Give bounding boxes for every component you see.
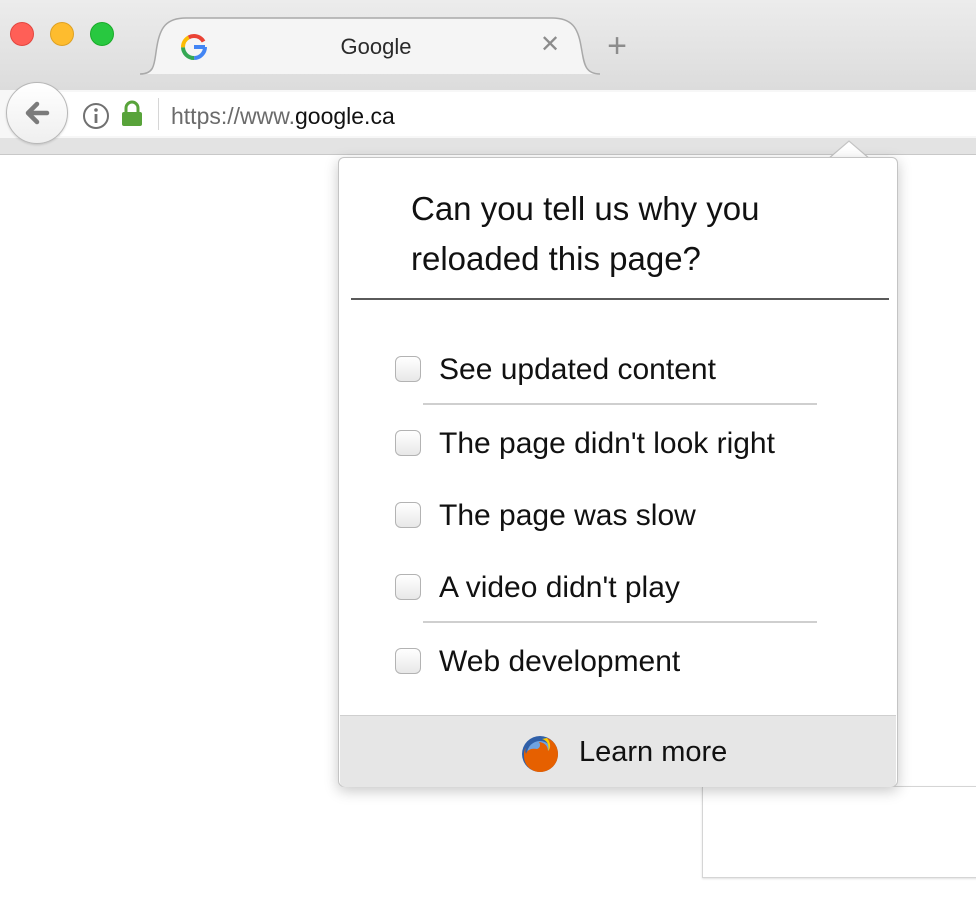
url-domain: google.ca (294, 103, 395, 129)
checkbox[interactable] (395, 574, 421, 600)
reload-feedback-popup: Can you tell us why you reloaded this pa… (338, 157, 898, 787)
back-button[interactable] (6, 82, 68, 144)
firefox-icon (522, 736, 558, 772)
minimize-window-button[interactable] (50, 22, 74, 46)
checkbox[interactable] (395, 502, 421, 528)
option-page-was-slow[interactable]: The page was slow (395, 496, 855, 536)
url-divider (158, 98, 159, 130)
option-video-didnt-play[interactable]: A video didn't play (395, 568, 855, 608)
checkbox[interactable] (395, 430, 421, 456)
learn-more-button[interactable]: Learn more (340, 715, 896, 787)
option-separator (423, 621, 817, 623)
option-label: Web development (439, 645, 681, 678)
url-prefix: https://www. (171, 103, 295, 129)
option-label: The page was slow (439, 499, 696, 532)
option-web-development[interactable]: Web development (395, 642, 855, 682)
option-see-updated-content[interactable]: See updated content (395, 350, 855, 390)
new-tab-button[interactable]: + (600, 29, 634, 64)
google-icon (181, 34, 207, 60)
checkbox[interactable] (395, 648, 421, 674)
option-separator (423, 403, 817, 405)
page-content-box (702, 786, 976, 878)
zoom-window-button[interactable] (90, 22, 114, 46)
option-page-didnt-look-right[interactable]: The page didn't look right (395, 424, 855, 464)
option-label: The page didn't look right (439, 427, 775, 460)
learn-more-label: Learn more (579, 736, 728, 768)
info-icon[interactable] (82, 102, 110, 130)
lock-icon[interactable] (120, 100, 144, 128)
option-label: A video didn't play (439, 571, 680, 604)
back-arrow-icon (25, 101, 50, 125)
close-window-button[interactable] (10, 22, 34, 46)
close-tab-icon[interactable]: ✕ (538, 33, 562, 57)
tab-title: Google (340, 34, 412, 59)
popup-question: Can you tell us why you reloaded this pa… (411, 190, 760, 277)
url-field[interactable]: https://www.google.ca (171, 101, 395, 131)
option-label: See updated content (439, 353, 716, 386)
checkbox[interactable] (395, 356, 421, 382)
popup-header-divider (351, 298, 889, 300)
